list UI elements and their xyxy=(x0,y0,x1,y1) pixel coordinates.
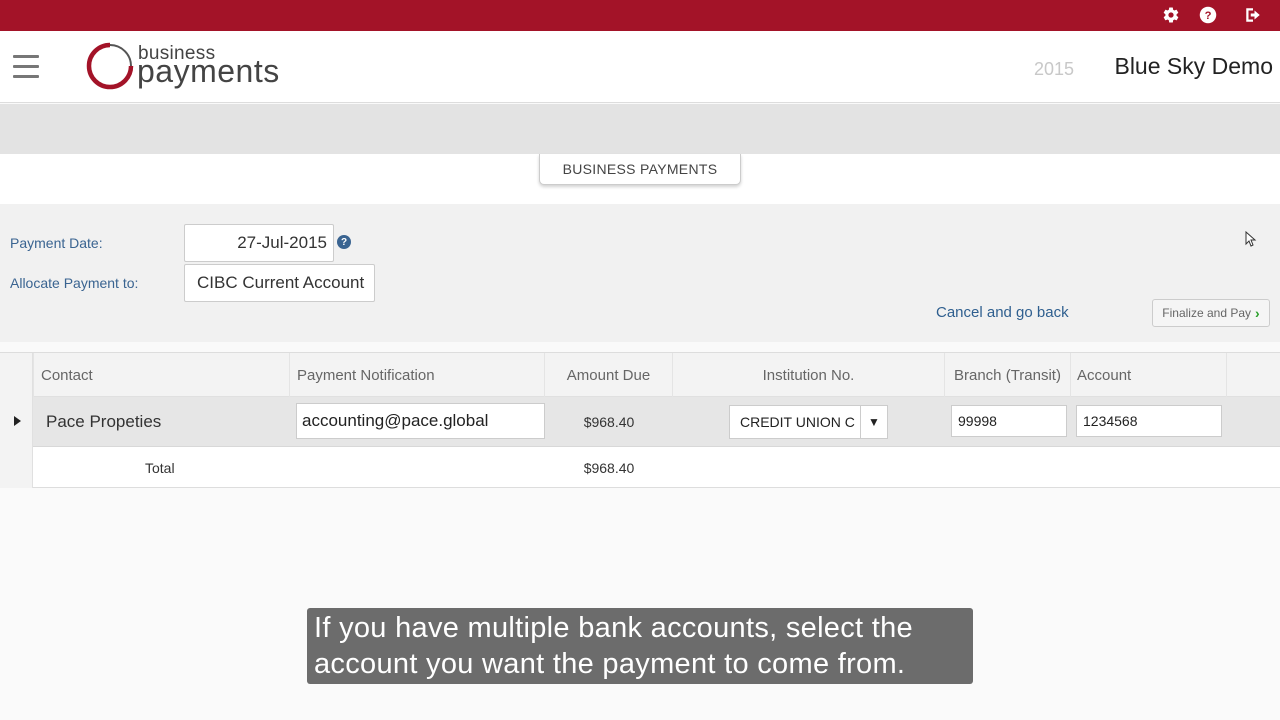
account-value: 1234568 xyxy=(1083,413,1138,429)
payment-date-label: Payment Date: xyxy=(10,235,103,251)
year-label[interactable]: 2015 xyxy=(1034,59,1074,80)
top-bar: ? xyxy=(0,0,1280,31)
caption-line-1: If you have multiple bank accounts, sele… xyxy=(314,612,913,644)
row-amount-due: $968.40 xyxy=(583,414,635,430)
account-input[interactable]: 1234568 xyxy=(1076,405,1222,437)
branch-value: 99998 xyxy=(958,413,997,429)
notification-value: accounting@pace.global xyxy=(302,411,489,430)
caret-down-icon: ▼ xyxy=(868,415,880,429)
col-account[interactable]: Account xyxy=(1071,353,1227,397)
expand-arrow-icon[interactable] xyxy=(14,416,21,426)
table-row[interactable]: Pace Propeties accounting@pace.global $9… xyxy=(0,397,1280,447)
payments-grid: Contact Payment Notification Amount Due … xyxy=(0,352,1280,488)
grey-band xyxy=(0,104,1280,154)
logo-text-big: payments xyxy=(137,53,280,89)
tab-business-payments[interactable]: BUSINESS PAYMENTS xyxy=(539,154,741,185)
allocate-account-value: CIBC Current Account xyxy=(197,273,365,292)
finalize-pay-button[interactable]: Finalize and Pay › xyxy=(1152,299,1270,327)
row-contact: Pace Propeties xyxy=(46,412,162,431)
gear-icon[interactable] xyxy=(1161,5,1181,25)
allocate-account-select[interactable]: CIBC Current Account xyxy=(184,264,375,302)
col-branch[interactable]: Branch (Transit) xyxy=(945,353,1071,397)
payment-date-input[interactable]: 27-Jul-2015 xyxy=(184,224,334,262)
notification-input[interactable]: accounting@pace.global xyxy=(296,403,545,439)
branch-input[interactable]: 99998 xyxy=(951,405,1067,437)
institution-select[interactable]: CREDIT UNION C xyxy=(729,405,861,439)
institution-dropdown-button[interactable]: ▼ xyxy=(860,405,888,439)
help-icon[interactable]: ? xyxy=(337,235,351,249)
caption-line-2: account you want the payment to come fro… xyxy=(314,648,906,680)
help-icon[interactable]: ? xyxy=(1198,5,1218,25)
finalize-label: Finalize and Pay xyxy=(1162,306,1252,320)
cancel-link[interactable]: Cancel and go back xyxy=(936,304,1069,321)
menu-icon[interactable] xyxy=(13,55,39,79)
total-amount: $968.40 xyxy=(583,459,635,476)
chevron-right-icon: › xyxy=(1255,305,1260,321)
logout-icon[interactable] xyxy=(1243,5,1263,25)
col-payment-notification[interactable]: Payment Notification xyxy=(290,353,545,397)
total-row: Total $968.40 xyxy=(0,447,1280,488)
institution-value: CREDIT UNION C xyxy=(740,414,855,430)
logo[interactable]: business payments xyxy=(84,40,304,92)
grid-header: Contact Payment Notification Amount Due … xyxy=(0,353,1280,397)
total-label: Total xyxy=(145,459,175,476)
col-contact[interactable]: Contact xyxy=(34,353,290,397)
mouse-cursor-icon xyxy=(1245,231,1257,247)
allocate-label: Allocate Payment to: xyxy=(10,275,139,291)
app-header: business payments 2015 Blue Sky Demo xyxy=(0,31,1280,103)
col-amount-due[interactable]: Amount Due xyxy=(545,353,673,397)
payment-date-value: 27-Jul-2015 xyxy=(237,233,327,252)
svg-text:?: ? xyxy=(1205,10,1212,22)
subtitle-caption: If you have multiple bank accounts, sele… xyxy=(307,608,973,684)
col-institution[interactable]: Institution No. xyxy=(673,353,945,397)
company-name[interactable]: Blue Sky Demo xyxy=(1114,53,1273,80)
